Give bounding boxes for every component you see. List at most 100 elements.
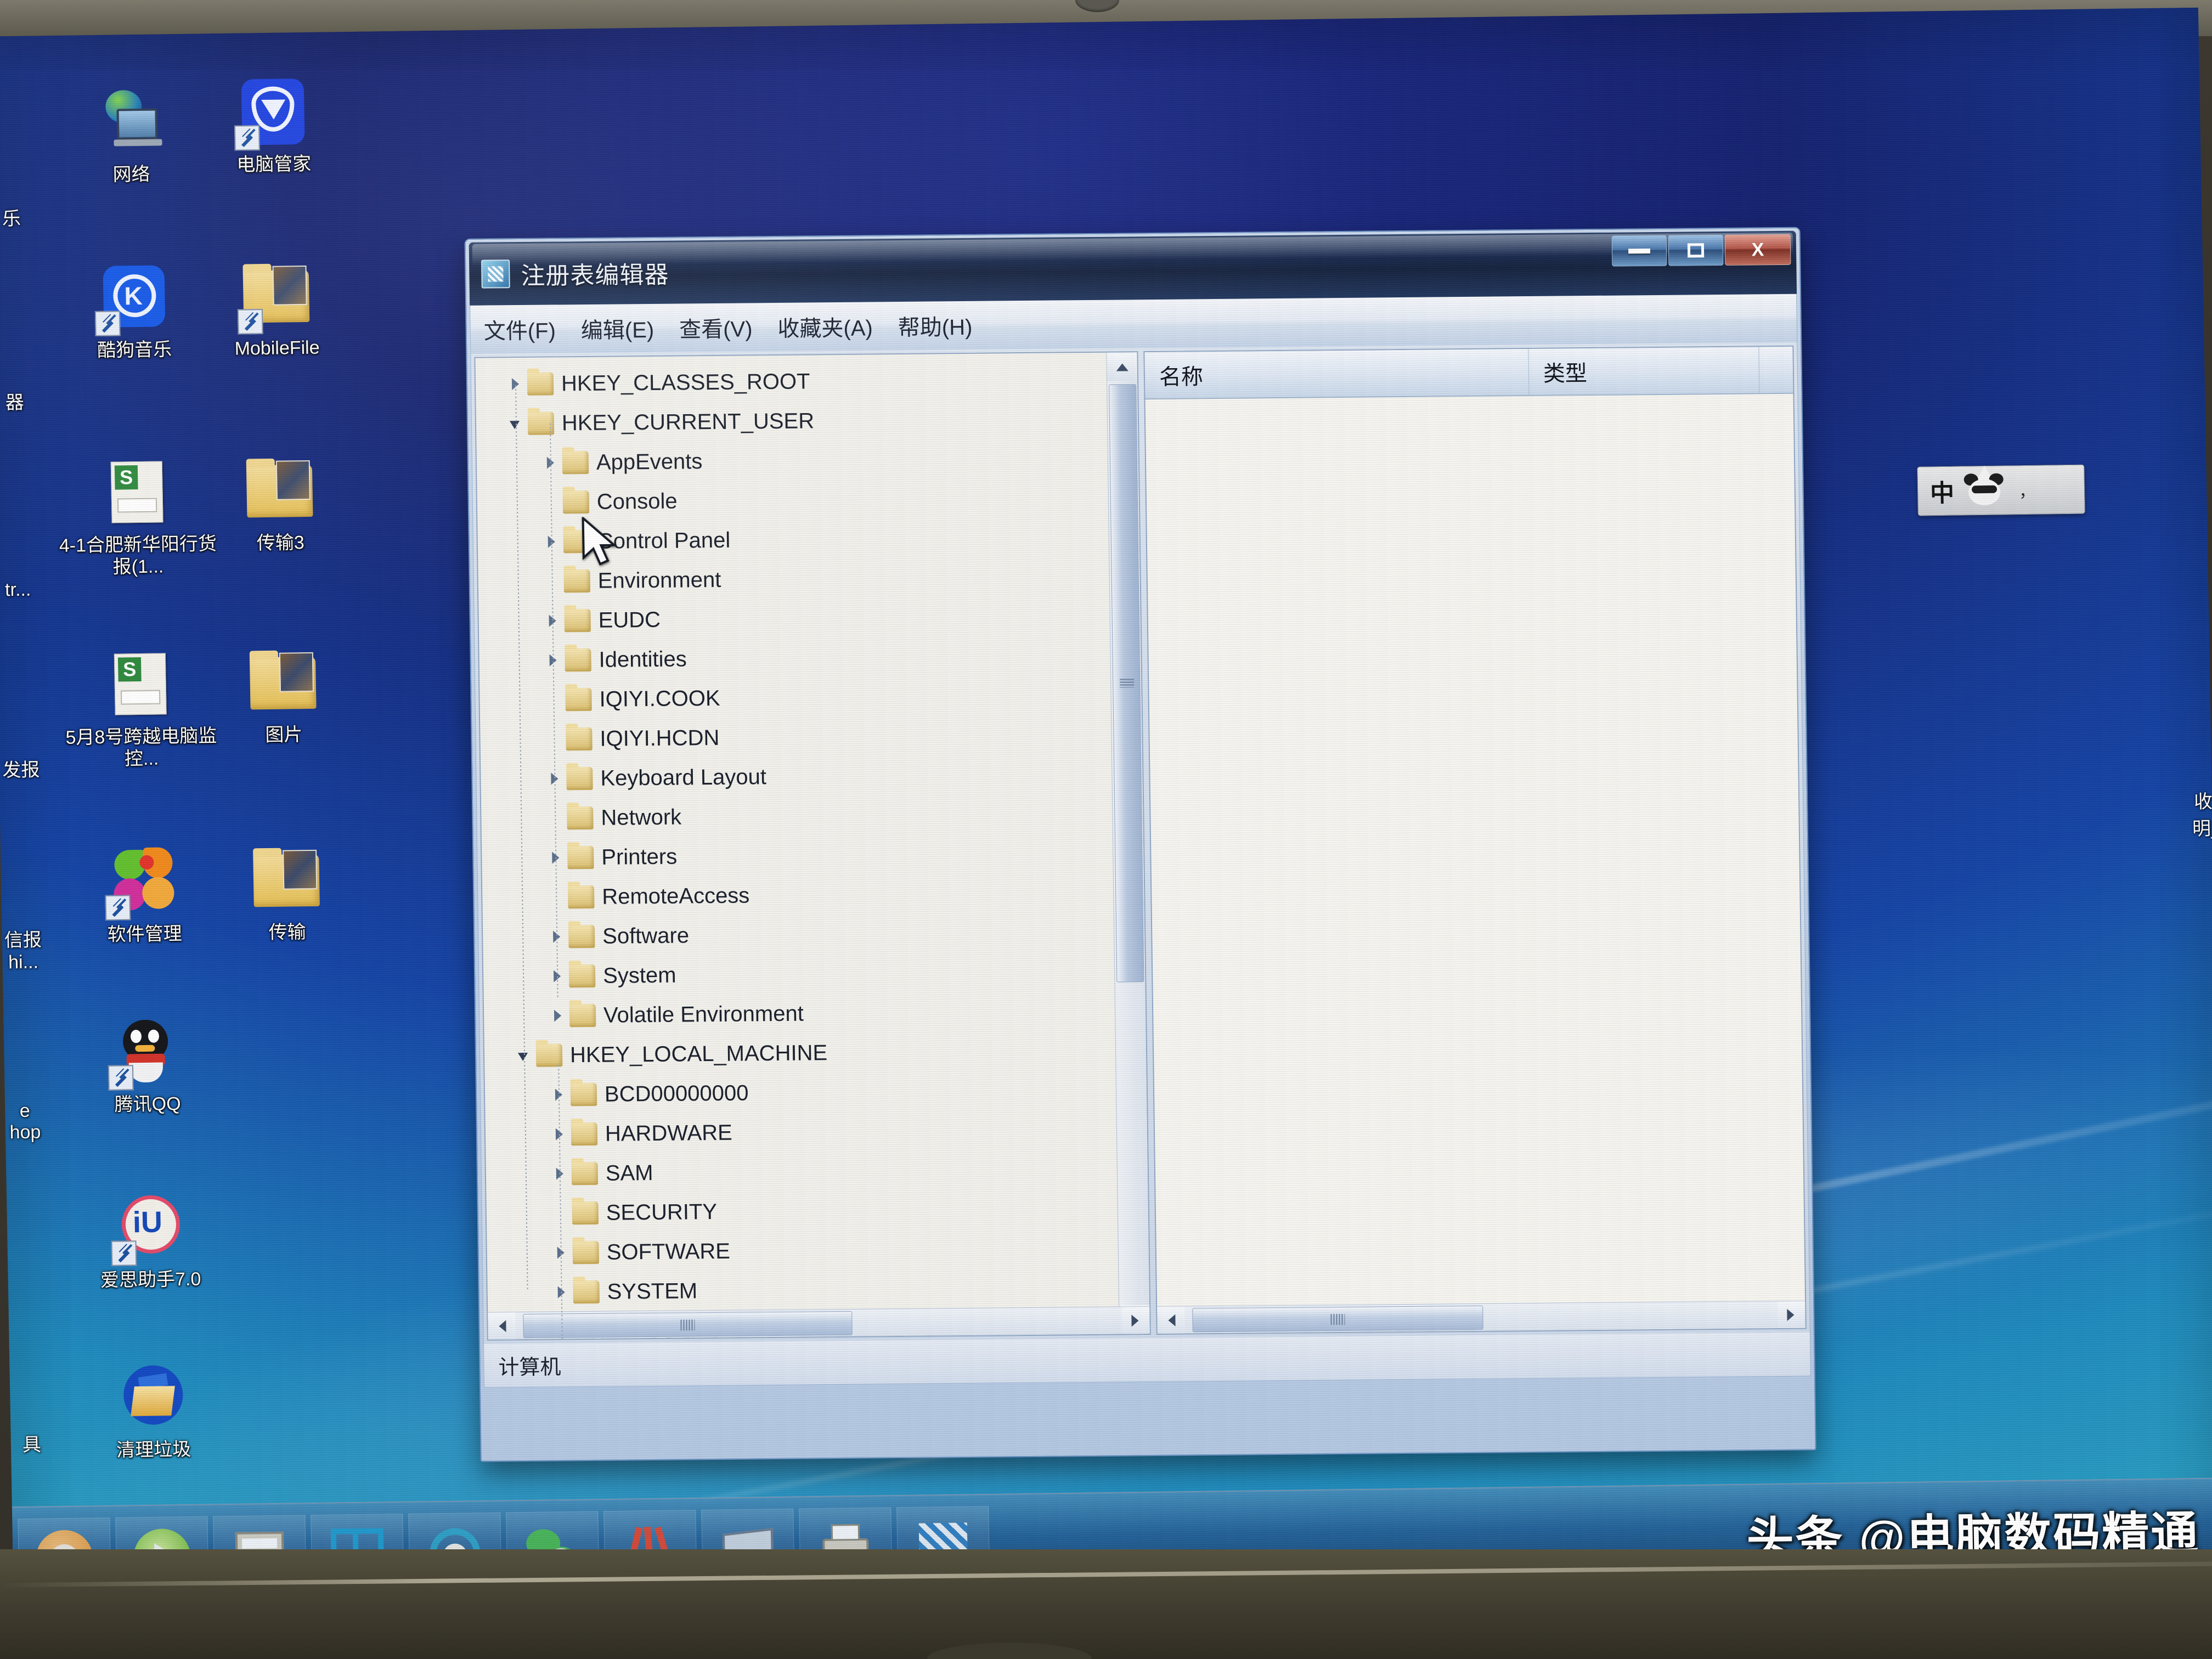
maximize-button[interactable] (1668, 234, 1724, 266)
tree-node-label: EUDC (598, 607, 661, 633)
desktop-icon-label: 传输 (268, 922, 307, 943)
tree-node[interactable]: BCD00000000 (485, 1070, 1147, 1115)
desktop-icon[interactable]: 5月8号跨越电脑监控... (58, 648, 224, 771)
desktop-icon-label: 器 (5, 392, 25, 414)
tree-node[interactable]: Software (483, 912, 1145, 957)
desktop-icon[interactable]: 图片 (200, 646, 366, 747)
menu-item-5[interactable]: 帮助(H) (898, 309, 973, 342)
folder-icon (566, 766, 593, 791)
tree-node-label: IQIYI.HCDN (600, 725, 720, 751)
tree-node-label: HARDWARE (605, 1120, 733, 1146)
tree-node[interactable]: RemoteAccess (482, 872, 1144, 918)
desktop-icon[interactable]: 电脑管家 (190, 76, 356, 177)
tree-node[interactable]: HKEY_CLASSES_ROOT (476, 359, 1138, 404)
tree-node[interactable]: SOFTWARE (487, 1228, 1149, 1273)
folder-icon (565, 687, 592, 712)
window-controls: X (1610, 234, 1791, 267)
desktop-icon[interactable]: K 酷狗音乐 (50, 261, 217, 362)
tree-node[interactable]: IQIYI.HCDN (480, 714, 1142, 760)
desktop-icon[interactable]: 网络 (48, 86, 214, 187)
scroll-left-arrow-icon[interactable] (1157, 1306, 1185, 1334)
tree-node[interactable]: Control Panel (477, 517, 1139, 562)
folder-icon (535, 1043, 563, 1067)
scroll-thumb[interactable] (1109, 384, 1144, 983)
h-scroll-thumb[interactable] (1192, 1305, 1483, 1332)
kugou-icon: K (94, 262, 170, 337)
registry-tree-pane[interactable]: HKEY_CLASSES_ROOT HKEY_CURRENT_USER AppEve… (474, 351, 1151, 1341)
values-column-header: 名称 类型 (1144, 346, 1793, 400)
folder-icon (250, 844, 323, 917)
desktop-icon[interactable]: 传输3 (197, 454, 363, 555)
tree-node[interactable]: Keyboard Layout (481, 754, 1143, 799)
window-body: HKEY_CLASSES_ROOT HKEY_CURRENT_USER AppEve… (470, 342, 1810, 1344)
tree-node-label: IQIYI.COOK (599, 686, 720, 712)
tree-node[interactable]: Network (481, 793, 1143, 839)
titlebar-gloss (472, 232, 1793, 266)
tree-node[interactable]: EUDC (478, 596, 1141, 641)
desktop-icon-label: tr... (4, 579, 31, 601)
folder-icon (568, 885, 595, 909)
scroll-right-arrow-icon[interactable] (1122, 1306, 1150, 1334)
desktop-icon-label: MobileFile (234, 337, 320, 359)
h-scroll-thumb[interactable] (523, 1311, 853, 1338)
tree-node[interactable]: HKEY_CURRENT_USER (476, 398, 1138, 444)
window-title-bar[interactable]: 注册表编辑器 X (469, 230, 1797, 306)
tree-node[interactable]: Identities (479, 635, 1141, 681)
registry-values-pane[interactable]: 名称 类型 (1143, 345, 1807, 1335)
close-button[interactable]: X (1724, 234, 1791, 266)
scroll-up-arrow-icon[interactable] (1107, 352, 1138, 381)
tree-node-label: BCD00000000 (604, 1080, 749, 1107)
menu-item-3[interactable]: 查看(V) (679, 311, 753, 343)
folder-icon (563, 569, 591, 593)
ime-punctuation-toggle[interactable]: ， (2019, 478, 2037, 502)
folder-icon (570, 1082, 597, 1107)
desktop-icon-label: 图片 (265, 724, 303, 746)
shortcut-overlay-icon (234, 125, 260, 151)
scroll-right-arrow-icon[interactable] (1778, 1301, 1805, 1329)
network-icon (94, 86, 167, 159)
desktop-icon[interactable]: MobileFile (193, 259, 359, 360)
tree-node[interactable]: Console (477, 477, 1139, 523)
tree-node[interactable]: AppEvents (476, 438, 1138, 483)
tree-node-label: SYSTEM (607, 1278, 698, 1304)
menu-item-2[interactable]: 编辑(E) (580, 312, 654, 345)
values-horizontal-scrollbar[interactable] (1157, 1300, 1805, 1334)
folder-icon (527, 372, 554, 396)
desktop-icon[interactable]: 4-1合肥新华阳行货报(1... (54, 456, 221, 579)
tree-node[interactable]: HARDWARE (485, 1109, 1147, 1155)
column-header-type[interactable]: 类型 (1528, 347, 1760, 395)
desktop-icon[interactable]: 传输 (204, 844, 370, 945)
tree-node-label: HKEY_LOCAL_MACHINE (569, 1040, 828, 1067)
tree-node[interactable]: Environment (478, 556, 1140, 602)
ime-floating-bar[interactable]: 中 ， (1917, 464, 2085, 516)
tree-node[interactable]: SYSTEM (487, 1267, 1149, 1313)
tree-node-label: AppEvents (596, 449, 703, 475)
desktop-icon-label: 网络 (112, 163, 150, 185)
tree-node-label: HKEY_CLASSES_ROOT (561, 369, 810, 396)
tree-node[interactable]: Printers (482, 833, 1144, 878)
folder-icon (247, 647, 319, 719)
desktop-icon-label: 2021 (2210, 396, 2212, 418)
tree-node-label: SECURITY (606, 1199, 718, 1225)
tree-horizontal-scrollbar[interactable] (488, 1306, 1150, 1340)
menu-item-4[interactable]: 收藏夹(A) (777, 310, 873, 343)
tree-node[interactable]: HKEY_LOCAL_MACHINE (484, 1030, 1147, 1076)
tree-node[interactable]: System (483, 951, 1146, 997)
tree-node[interactable]: SECURITY (486, 1188, 1148, 1234)
desktop-icon[interactable]: iU 爱思助手7.0 (67, 1191, 233, 1292)
desktop-icon-label: 酷狗音乐 (97, 339, 172, 361)
ime-mode-label[interactable]: 中 (1930, 473, 1955, 509)
tree-node[interactable]: IQIYI.COOK (479, 675, 1142, 720)
menu-item-1[interactable]: 文件(F) (483, 313, 556, 345)
shield-icon (234, 76, 309, 151)
tree-node-label: Console (596, 489, 678, 514)
minimize-button[interactable] (1611, 235, 1667, 267)
scroll-left-arrow-icon[interactable] (488, 1312, 516, 1340)
tree-node[interactable]: SAM (486, 1149, 1148, 1194)
folder-icon (571, 1161, 599, 1186)
column-header-name[interactable]: 名称 (1144, 348, 1530, 399)
desktop-icon-label: 4-1合肥新华阳行货报(1... (59, 533, 217, 578)
computer-screen: 网络 电脑管家 K酷狗音乐 MobileFile 4-1合肥新华阳行货报(1... 传输3… (0, 7, 2212, 1611)
chevron-right-icon[interactable] (550, 1007, 566, 1024)
tree-node[interactable]: Volatile Environment (484, 991, 1146, 1036)
